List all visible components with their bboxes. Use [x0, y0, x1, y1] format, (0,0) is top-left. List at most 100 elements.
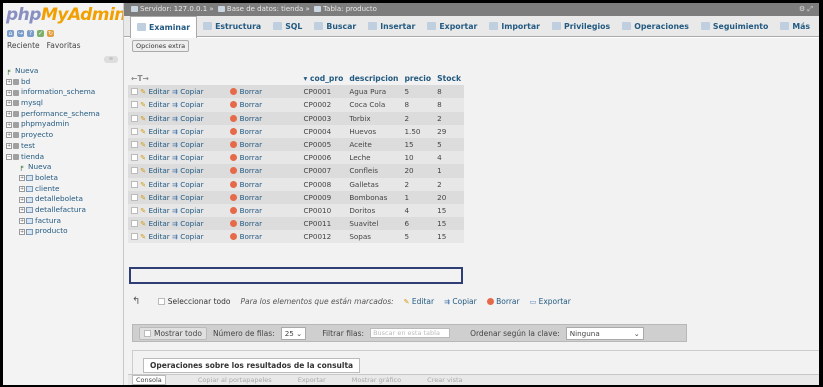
- delete-link[interactable]: Borrar: [230, 219, 262, 228]
- column-precio[interactable]: precio: [401, 72, 434, 85]
- delete-link[interactable]: Borrar: [230, 127, 262, 136]
- copy-link[interactable]: ⇉ Copiar: [172, 180, 204, 189]
- row-checkbox[interactable]: [131, 101, 138, 109]
- cell-stock[interactable]: 4: [434, 151, 464, 165]
- cell-stock[interactable]: 15: [434, 203, 464, 218]
- cell-descripcion[interactable]: Galletas: [346, 177, 402, 191]
- home-icon[interactable]: ⌂: [7, 29, 14, 37]
- tab-privilegios[interactable]: Privilegios: [546, 16, 616, 37]
- cell-descripcion[interactable]: Aceite: [346, 137, 402, 152]
- cell-stock[interactable]: 8: [434, 85, 464, 99]
- pma-logo[interactable]: phpMyAdmin: [3, 3, 123, 27]
- edit-link[interactable]: ✎ Editar: [140, 140, 169, 149]
- console-view[interactable]: Crear vista: [427, 376, 462, 384]
- edit-link[interactable]: ✎ Editar: [140, 87, 169, 96]
- cell-cod-pro[interactable]: CP0009: [300, 190, 347, 204]
- tree-item[interactable]: + detallefactura: [3, 205, 123, 216]
- settings-gear-icon[interactable]: ⚙ ⤢: [799, 3, 813, 16]
- delete-link[interactable]: Borrar: [230, 100, 262, 109]
- cell-descripcion[interactable]: Sopas: [346, 230, 402, 244]
- collapse-icon[interactable]: −: [6, 153, 12, 160]
- expand-icon[interactable]: +: [6, 121, 12, 128]
- cell-cod-pro[interactable]: CP0007: [300, 164, 347, 178]
- select-all[interactable]: Seleccionar todo: [158, 297, 230, 306]
- edit-link[interactable]: ✎ Editar: [140, 127, 169, 136]
- delete-link[interactable]: Borrar: [230, 87, 262, 96]
- tree-item[interactable]: + producto: [3, 226, 123, 237]
- row-checkbox[interactable]: [131, 88, 138, 96]
- column-stock[interactable]: Stock: [434, 72, 464, 85]
- cell-descripcion[interactable]: Confleis: [346, 164, 402, 178]
- cell-stock[interactable]: 5: [434, 137, 464, 152]
- copy-link[interactable]: ⇉ Copiar: [172, 206, 204, 215]
- expand-icon[interactable]: +: [19, 185, 25, 192]
- copy-link[interactable]: ⇉ Copiar: [172, 153, 204, 162]
- cell-precio[interactable]: 1: [401, 190, 435, 204]
- cell-cod-pro[interactable]: CP0004: [300, 124, 347, 138]
- bulk-delete-button[interactable]: Borrar: [486, 297, 520, 306]
- show-all-checkbox[interactable]: [144, 329, 151, 337]
- copy-link[interactable]: ⇉ Copiar: [172, 87, 204, 96]
- cell-descripcion[interactable]: Huevos: [346, 124, 402, 138]
- row-checkbox[interactable]: [131, 141, 138, 149]
- tab-recent[interactable]: Reciente: [7, 41, 40, 50]
- edit-link[interactable]: ✎ Editar: [140, 180, 169, 189]
- cell-precio[interactable]: 8: [401, 98, 435, 112]
- cell-precio[interactable]: 2: [401, 111, 435, 125]
- cell-descripcion[interactable]: Agua Pura: [346, 85, 402, 99]
- breadcrumb-server[interactable]: Servidor: 127.0.0.1: [140, 5, 207, 13]
- cell-descripcion[interactable]: Suavitel: [346, 217, 402, 231]
- row-checkbox[interactable]: [131, 220, 138, 228]
- row-checkbox[interactable]: [131, 193, 138, 201]
- delete-link[interactable]: Borrar: [230, 193, 262, 202]
- copy-link[interactable]: ⇉ Copiar: [172, 232, 204, 241]
- copy-link[interactable]: ⇉ Copiar: [172, 219, 204, 228]
- expand-icon[interactable]: +: [6, 132, 12, 139]
- logout-icon[interactable]: ↪: [17, 29, 24, 37]
- edit-link[interactable]: ✎ Editar: [140, 193, 169, 202]
- tab-examinar[interactable]: Examinar: [130, 15, 198, 38]
- cell-stock[interactable]: 2: [434, 111, 464, 125]
- expand-icon[interactable]: +: [6, 143, 12, 150]
- cell-stock[interactable]: 15: [434, 230, 464, 244]
- cell-stock[interactable]: 1: [434, 164, 464, 178]
- tree-item[interactable]: + phpmyadmin: [3, 119, 123, 130]
- rows-select[interactable]: 25 ⌄: [280, 326, 307, 340]
- expand-icon[interactable]: +: [19, 228, 25, 235]
- tab-exportar[interactable]: Exportar: [421, 16, 483, 37]
- copy-link[interactable]: ⇉ Copiar: [172, 140, 204, 149]
- row-checkbox[interactable]: [131, 206, 138, 214]
- tree-item[interactable]: + cliente: [3, 184, 123, 195]
- edit-link[interactable]: ✎ Editar: [140, 232, 169, 241]
- tree-item[interactable]: ╒ Nueva: [3, 66, 123, 77]
- edit-link[interactable]: ✎ Editar: [140, 206, 169, 215]
- cell-descripcion[interactable]: Doritos: [346, 203, 402, 218]
- cell-stock[interactable]: 29: [434, 124, 464, 138]
- tree-item[interactable]: + information_schema: [3, 87, 123, 98]
- cell-descripcion[interactable]: Bombonas: [346, 190, 402, 204]
- edit-link[interactable]: ✎ Editar: [140, 114, 169, 123]
- console-export[interactable]: Exportar: [298, 376, 326, 384]
- tree-item[interactable]: + proyecto: [3, 130, 123, 141]
- copy-link[interactable]: ⇉ Copiar: [172, 193, 204, 202]
- cell-cod-pro[interactable]: CP0002: [300, 98, 347, 112]
- expand-icon[interactable]: +: [19, 196, 25, 203]
- row-checkbox[interactable]: [131, 167, 138, 175]
- tree-item[interactable]: + mysql: [3, 98, 123, 109]
- bulk-edit-button[interactable]: ✎ Editar: [404, 297, 434, 306]
- delete-link[interactable]: Borrar: [230, 140, 262, 149]
- column-descripcion[interactable]: descripcion: [346, 72, 401, 85]
- cell-stock[interactable]: 2: [434, 177, 464, 191]
- cell-cod-pro[interactable]: CP0001: [300, 85, 347, 99]
- copy-link[interactable]: ⇉ Copiar: [172, 114, 204, 123]
- row-checkbox[interactable]: [131, 233, 138, 241]
- cell-stock[interactable]: 15: [434, 217, 464, 231]
- cell-descripcion[interactable]: Leche: [346, 151, 402, 165]
- copy-link[interactable]: ⇉ Copiar: [172, 100, 204, 109]
- cell-precio[interactable]: 15: [401, 137, 435, 152]
- delete-link[interactable]: Borrar: [230, 232, 262, 241]
- cell-stock[interactable]: 20: [434, 190, 464, 204]
- tree-item[interactable]: + bd: [3, 77, 123, 88]
- copy-link[interactable]: ⇉ Copiar: [172, 166, 204, 175]
- expand-icon[interactable]: +: [19, 217, 25, 224]
